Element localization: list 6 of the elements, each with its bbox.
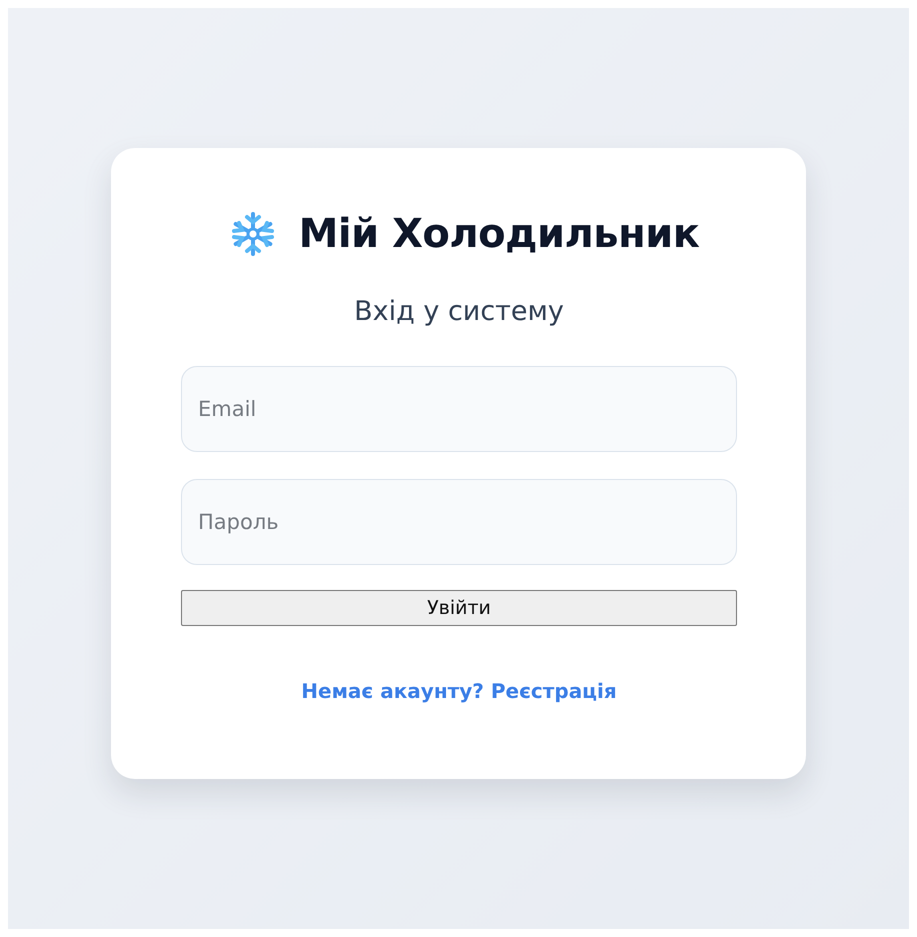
login-button[interactable]: Увійти bbox=[181, 590, 737, 626]
login-heading: Вхід у систему bbox=[353, 296, 565, 327]
password-field[interactable]: Пароль bbox=[181, 479, 737, 565]
email-field[interactable]: Email bbox=[181, 366, 737, 452]
register-link[interactable]: Немає акаунту? Реєстрація bbox=[301, 679, 617, 703]
app-title: Мій Холодильник bbox=[298, 211, 700, 257]
